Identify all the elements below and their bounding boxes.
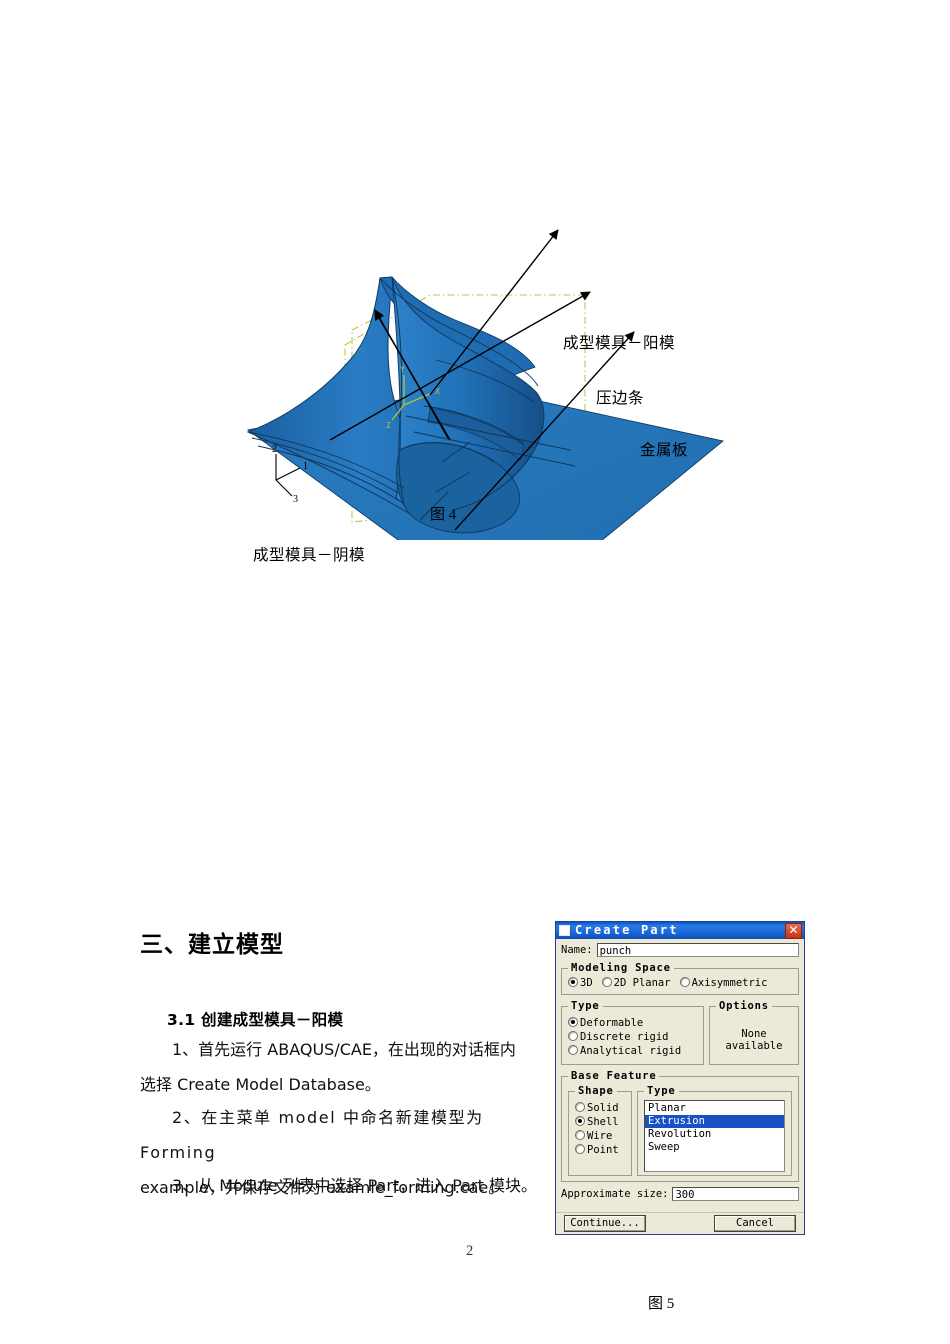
window-icon <box>559 925 570 936</box>
base-feature-legend: Base Feature <box>571 1070 657 1082</box>
radio-option-shell[interactable]: Shell <box>575 1116 625 1128</box>
triad-y-label: Y <box>400 365 405 374</box>
name-label: Name: <box>561 944 593 956</box>
figure-5-caption: 图 5 <box>648 1296 675 1312</box>
list-item-revolution[interactable]: Revolution <box>645 1128 784 1141</box>
cancel-button[interactable]: Cancel <box>714 1215 796 1232</box>
radio-option-discrete-rigid[interactable]: Discrete rigid <box>568 1031 697 1043</box>
radio-icon-point <box>575 1144 585 1154</box>
options-none-available-text: None available <box>725 1028 783 1052</box>
base-feature-type-group: Type Planar Extrusion Revolution Sweep <box>637 1085 792 1176</box>
radio-icon-discrete-rigid <box>568 1031 578 1041</box>
figure-4-svg: Y X Z 2 1 3 <box>246 229 725 540</box>
radio-icon-deformable <box>568 1017 578 1027</box>
page-number: 2 <box>466 1243 474 1259</box>
type-legend: Type <box>571 1000 600 1012</box>
section-heading: 三、建立模型 <box>140 932 284 958</box>
type-group: Type Deformable Discrete rigid Analytica… <box>561 1000 704 1065</box>
radio-icon-solid <box>575 1102 585 1112</box>
radio-option-solid[interactable]: Solid <box>575 1102 625 1114</box>
global-triad-2-label: 2 <box>272 444 277 455</box>
shape-group: Shape Solid Shell Wire Point <box>568 1085 632 1176</box>
dialog-titlebar[interactable]: Create Part ✕ <box>556 922 804 939</box>
shape-legend: Shape <box>578 1085 614 1097</box>
radio-label-discrete-rigid: Discrete rigid <box>580 1031 669 1043</box>
callout-label-die: 成型模具－阴模 <box>253 546 366 564</box>
radio-icon-shell <box>575 1116 585 1126</box>
options-group: Options None available <box>709 1000 799 1065</box>
options-legend: Options <box>719 1000 769 1012</box>
radio-icon-analytical-rigid <box>568 1045 578 1055</box>
triad-z-label: Z <box>386 421 391 430</box>
callout-label-binder: 压边条 <box>596 389 645 407</box>
type-options-row: Type Deformable Discrete rigid Analytica… <box>561 1000 799 1065</box>
base-feature-type-list[interactable]: Planar Extrusion Revolution Sweep <box>644 1100 785 1172</box>
global-triad-1-label: 1 <box>303 461 308 472</box>
global-triad-3-label: 3 <box>293 494 298 505</box>
paragraph-3-line-1: 3、从 Module 列表中选择 Part，进入 Part 模块。 <box>172 1176 537 1195</box>
base-feature-group: Base Feature Shape Solid Shell Wire Poin… <box>561 1070 799 1182</box>
modeling-space-options: 3D 2D Planar Axisymmetric <box>568 977 792 989</box>
radio-label-solid: Solid <box>587 1102 619 1114</box>
paragraph-1-line-2: 选择 Create Model Database。 <box>140 1075 381 1094</box>
radio-label-axisymmetric: Axisymmetric <box>691 977 768 989</box>
paragraph-1: 1、首先运行 ABAQUS/CAE，在出现的对话框内 选择 Create Mod… <box>140 1032 544 1102</box>
radio-label-point: Point <box>587 1144 619 1156</box>
base-feature-type-legend: Type <box>647 1085 676 1097</box>
radio-label-shell: Shell <box>587 1116 619 1128</box>
list-item-extrusion[interactable]: Extrusion <box>645 1115 784 1128</box>
radio-icon-2d-planar <box>601 977 612 987</box>
dialog-body: Name: punch Modeling Space 3D 2D Planar … <box>556 939 804 1212</box>
close-icon[interactable]: ✕ <box>785 922 802 939</box>
approximate-size-row: Approximate size: 300 <box>561 1187 799 1201</box>
dialog-title: Create Part <box>575 923 679 937</box>
name-row: Name: punch <box>561 943 799 957</box>
list-item-planar[interactable]: Planar <box>645 1102 784 1115</box>
paragraph-2-line-1: 2、在主菜单 model 中命名新建模型为 Forming <box>140 1108 484 1162</box>
modeling-space-group: Modeling Space 3D 2D Planar Axisymmetric <box>561 962 799 995</box>
dialog-button-row: Continue... Cancel <box>556 1212 804 1234</box>
approximate-size-input[interactable]: 300 <box>672 1187 799 1201</box>
radio-label-analytical-rigid: Analytical rigid <box>580 1045 682 1057</box>
subsection-heading: 3.1 创建成型模具－阳模 <box>167 1011 344 1029</box>
radio-option-deformable[interactable]: Deformable <box>568 1017 697 1029</box>
radio-icon-axisymmetric <box>679 977 690 987</box>
radio-label-wire: Wire <box>587 1130 613 1142</box>
base-feature-inner: Shape Solid Shell Wire Point Type Planar… <box>568 1085 792 1176</box>
radio-option-wire[interactable]: Wire <box>575 1130 625 1142</box>
list-item-sweep[interactable]: Sweep <box>645 1141 784 1154</box>
paragraph-3: 3、从 Module 列表中选择 Part，进入 Part 模块。 <box>140 1168 544 1203</box>
callout-label-punch: 成型模具－阳模 <box>563 334 676 352</box>
figure-4-caption: 图 4 <box>430 507 457 523</box>
radio-option-analytical-rigid[interactable]: Analytical rigid <box>568 1045 697 1057</box>
paragraph-1-line-1: 1、首先运行 ABAQUS/CAE，在出现的对话框内 <box>172 1040 516 1059</box>
radio-icon-wire <box>575 1130 585 1140</box>
radio-option-axisymmetric[interactable]: Axisymmetric <box>679 977 768 989</box>
create-part-dialog: Create Part ✕ Name: punch Modeling Space… <box>555 921 805 1235</box>
modeling-space-legend: Modeling Space <box>571 962 671 974</box>
figure-4-model-illustration: Y X Z 2 1 3 成型模具－阳模 压边条 金属板 成型模具－阴模 <box>0 120 950 564</box>
radio-option-point[interactable]: Point <box>575 1144 625 1156</box>
radio-label-deformable: Deformable <box>580 1017 644 1029</box>
radio-icon-3d <box>568 977 578 987</box>
radio-label-2d-planar: 2D Planar <box>613 977 671 989</box>
continue-button[interactable]: Continue... <box>564 1215 646 1232</box>
callout-label-sheet: 金属板 <box>640 441 689 459</box>
approximate-size-label: Approximate size: <box>561 1188 669 1200</box>
radio-label-3d: 3D <box>580 977 593 989</box>
radio-option-2d-planar[interactable]: 2D Planar <box>601 977 671 989</box>
name-input[interactable]: punch <box>596 943 799 957</box>
radio-option-3d[interactable]: 3D <box>568 977 593 989</box>
